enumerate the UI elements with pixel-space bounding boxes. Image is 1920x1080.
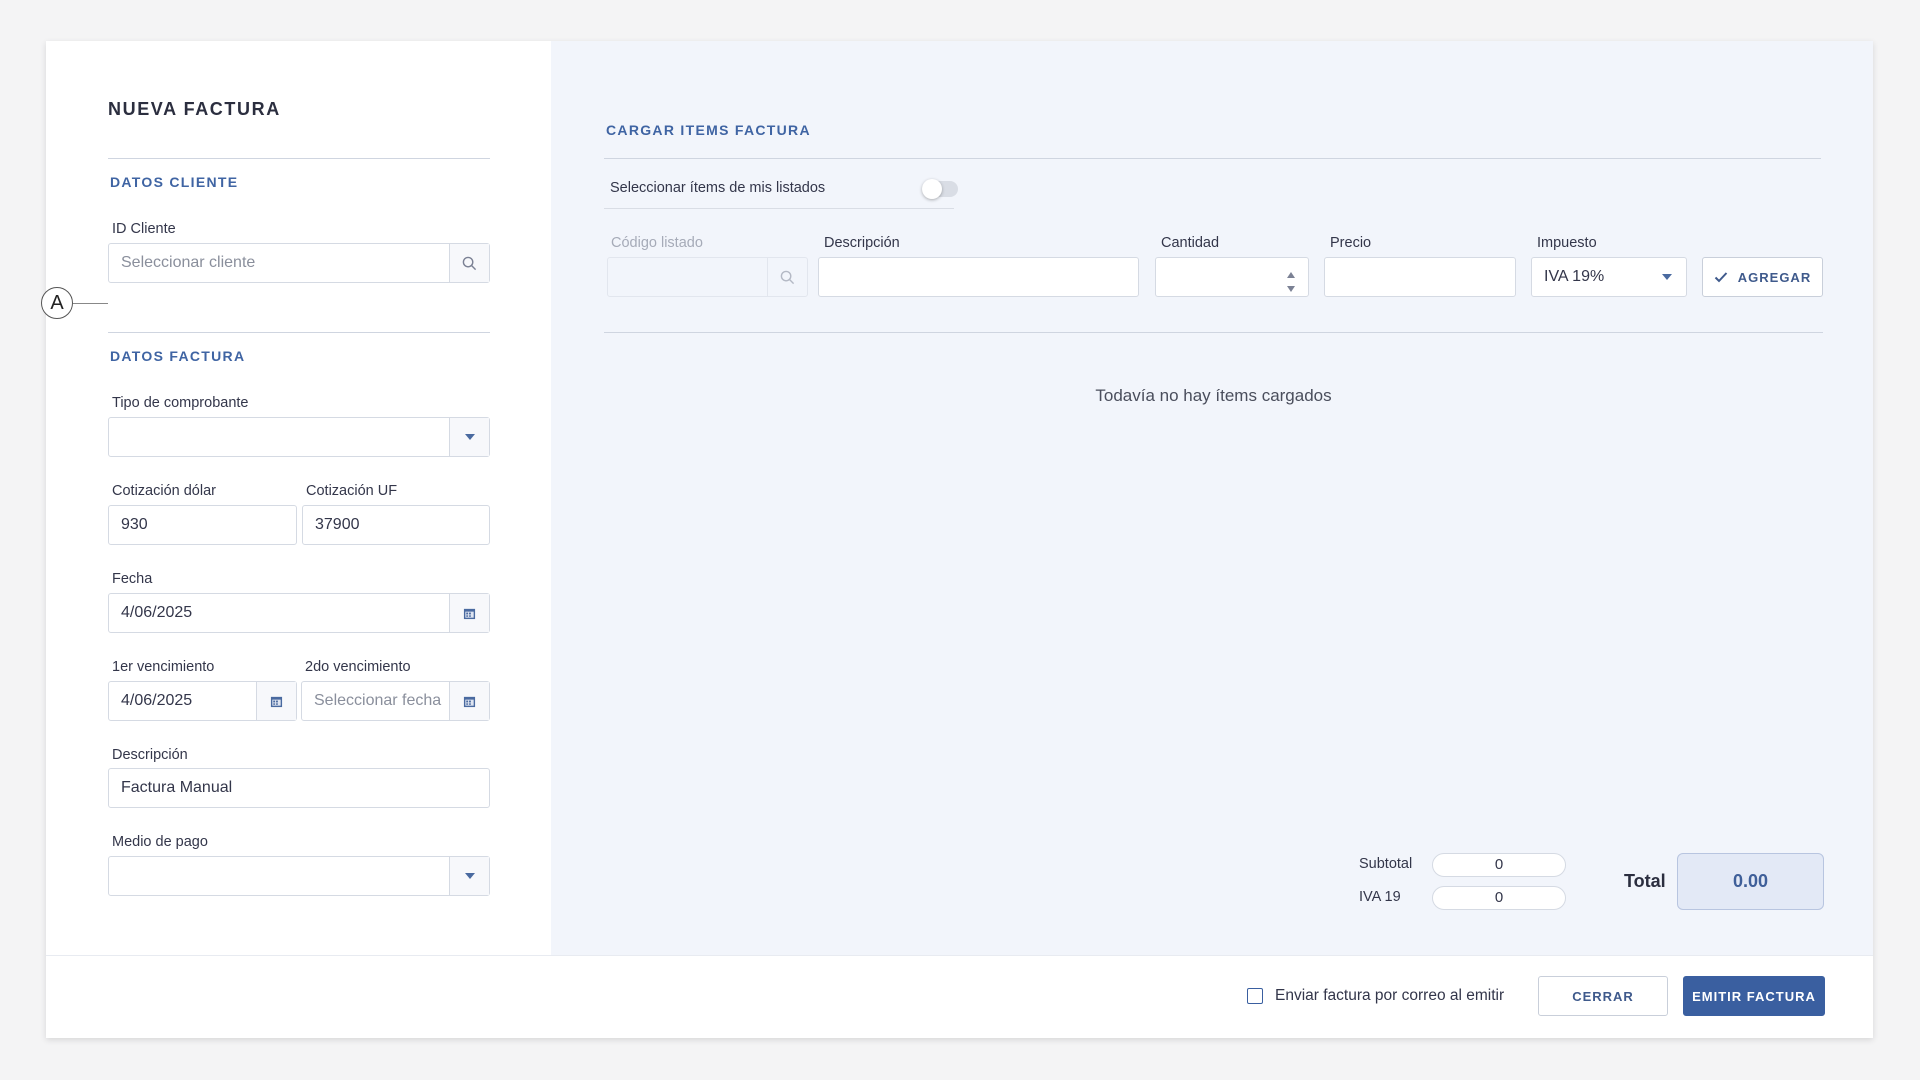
- item-description-input[interactable]: [818, 257, 1139, 297]
- subtotal-value: 0: [1432, 853, 1566, 877]
- subtotal-label: Subtotal: [1359, 856, 1413, 872]
- description-label: Descripción: [112, 747, 188, 763]
- tax-column-label: Impuesto: [1537, 235, 1597, 251]
- search-icon[interactable]: [449, 244, 489, 282]
- date-input[interactable]: 4/06/2025: [108, 593, 490, 633]
- date-label: Fecha: [112, 571, 153, 587]
- due1-value: 4/06/2025: [121, 692, 193, 709]
- due1-date-input[interactable]: 4/06/2025: [108, 681, 297, 721]
- email-on-issue-checkbox[interactable]: [1247, 988, 1263, 1004]
- due2-label: 2do vencimiento: [305, 659, 411, 675]
- issue-invoice-button[interactable]: EMITIR FACTURA: [1683, 976, 1825, 1016]
- uf-rate-value: 37900: [315, 516, 360, 533]
- calendar-icon[interactable]: [449, 682, 489, 720]
- stepper-down-icon[interactable]: [1286, 280, 1296, 298]
- divider: [604, 158, 1821, 159]
- due1-label: 1er vencimiento: [112, 659, 215, 675]
- payment-method-select[interactable]: [108, 856, 490, 896]
- toggle-knob: [922, 179, 942, 199]
- calendar-icon[interactable]: [449, 594, 489, 632]
- close-button[interactable]: CERRAR: [1538, 976, 1668, 1016]
- voucher-type-label: Tipo de comprobante: [112, 395, 249, 411]
- divider: [108, 158, 490, 159]
- due2-date-input[interactable]: Seleccionar fecha: [301, 681, 490, 721]
- tax-value: IVA 19%: [1544, 268, 1605, 285]
- empty-items-message: Todavía no hay ítems cargados: [1095, 386, 1332, 405]
- price-column-label: Precio: [1330, 235, 1372, 251]
- left-pane: NUEVA FACTURA DATOS CLIENTE ID Cliente A…: [41, 41, 551, 955]
- voucher-type-select[interactable]: [108, 417, 490, 457]
- divider: [604, 208, 954, 209]
- due2-placeholder: Seleccionar fecha: [314, 692, 442, 709]
- quantity-column-label: Cantidad: [1161, 235, 1220, 251]
- description-column-label: Descripción: [824, 235, 900, 251]
- code-column-label: Código listado: [611, 235, 703, 251]
- chevron-down-icon[interactable]: [449, 857, 489, 895]
- description-input[interactable]: Factura Manual: [108, 768, 490, 808]
- annotation-marker: A: [41, 287, 73, 319]
- annotation-marker-line: [73, 303, 108, 304]
- description-value: Factura Manual: [121, 779, 233, 796]
- select-from-lists-toggle[interactable]: [922, 179, 958, 199]
- divider: [604, 332, 1823, 333]
- quantity-stepper[interactable]: [1155, 257, 1309, 297]
- client-search-input[interactable]: Seleccionar cliente: [108, 243, 490, 283]
- dollar-rate-value: 930: [121, 516, 148, 533]
- payment-method-label: Medio de pago: [112, 834, 208, 850]
- date-value: 4/06/2025: [121, 604, 193, 621]
- dollar-rate-input[interactable]: 930: [108, 505, 297, 545]
- price-input[interactable]: [1324, 257, 1516, 297]
- check-icon: [1714, 272, 1727, 283]
- add-item-label: AGREGAR: [1737, 269, 1812, 285]
- new-invoice-modal: NUEVA FACTURA DATOS CLIENTE ID Cliente A…: [41, 41, 1873, 1038]
- search-icon[interactable]: [767, 258, 807, 296]
- client-search-placeholder: Seleccionar cliente: [121, 254, 256, 271]
- chevron-down-icon[interactable]: [1662, 274, 1672, 280]
- uf-rate-label: Cotización UF: [306, 483, 398, 499]
- divider: [108, 332, 490, 333]
- right-pane: [551, 41, 1873, 955]
- email-on-issue-label: Enviar factura por correo al emitir: [1275, 987, 1505, 1004]
- client-section-title: DATOS CLIENTE: [110, 174, 239, 190]
- client-id-label: ID Cliente: [112, 221, 176, 237]
- tax-select[interactable]: IVA 19%: [1531, 257, 1687, 297]
- dollar-rate-label: Cotización dólar: [112, 483, 216, 499]
- total-label: Total: [1624, 871, 1666, 891]
- items-section-title: CARGAR ITEMS FACTURA: [606, 122, 811, 138]
- uf-rate-input[interactable]: 37900: [302, 505, 490, 545]
- modal-title: NUEVA FACTURA: [108, 99, 281, 119]
- chevron-down-icon[interactable]: [449, 418, 489, 456]
- iva-label: IVA 19: [1359, 889, 1401, 905]
- add-item-button[interactable]: AGREGAR: [1702, 257, 1823, 297]
- iva-value: 0: [1432, 886, 1566, 910]
- code-search-input[interactable]: [607, 257, 808, 297]
- invoice-section-title: DATOS FACTURA: [110, 348, 246, 364]
- total-value: 0.00: [1677, 853, 1824, 910]
- calendar-icon[interactable]: [256, 682, 296, 720]
- select-from-lists-label: Seleccionar ítems de mis listados: [610, 180, 826, 196]
